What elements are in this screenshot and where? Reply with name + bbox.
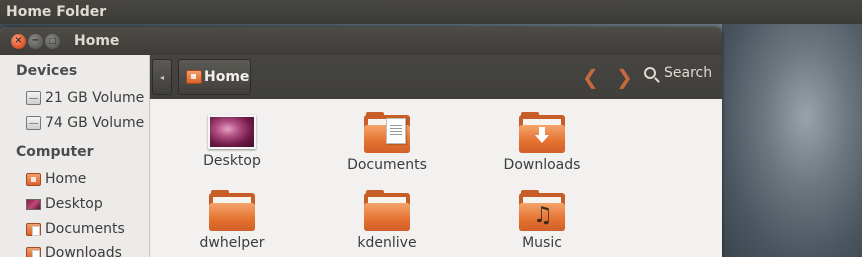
- breadcrumb-label: Home: [204, 69, 250, 85]
- file-item-documents[interactable]: Documents: [327, 112, 447, 173]
- music-folder-icon: ♫: [519, 190, 565, 231]
- file-item-label: Desktop: [203, 153, 261, 169]
- scroll-left-icon: ◂: [159, 72, 164, 82]
- file-manager-window: × − □ Home Devices 21 GB Volume 74 GB Vo…: [0, 27, 722, 257]
- file-item-label: Music: [522, 235, 562, 251]
- sidebar-item-label: 21 GB Volume: [45, 90, 145, 106]
- sidebar-heading-devices: Devices: [16, 63, 78, 79]
- file-item-label: kdenlive: [357, 235, 417, 251]
- file-item-label: Downloads: [503, 157, 581, 173]
- sidebar-item-label: Desktop: [45, 196, 103, 212]
- file-item-dwhelper[interactable]: dwhelper: [172, 190, 292, 251]
- search-icon: [644, 67, 656, 79]
- file-item-kdenlive[interactable]: kdenlive: [327, 190, 447, 251]
- downloads-folder-icon: [519, 112, 565, 153]
- search-button[interactable]: Search: [644, 65, 712, 81]
- close-icon: ×: [14, 35, 23, 46]
- desktop-wallpaper: [722, 24, 862, 257]
- file-item-downloads[interactable]: Downloads: [482, 112, 602, 173]
- sidebar-item-downloads[interactable]: Downloads: [26, 245, 122, 257]
- sidebar-item-21gb-volume[interactable]: 21 GB Volume: [26, 90, 144, 106]
- folder-icon: [209, 190, 255, 231]
- sidebar-item-label: Home: [45, 171, 87, 187]
- maximize-button[interactable]: □: [45, 33, 60, 49]
- file-item-desktop[interactable]: Desktop: [172, 115, 292, 169]
- top-panel-title: Home Folder: [6, 4, 107, 20]
- search-label: Search: [664, 65, 713, 81]
- documents-icon: [26, 222, 41, 236]
- minimize-icon: −: [31, 35, 40, 46]
- sidebar-item-desktop[interactable]: Desktop: [26, 196, 103, 212]
- file-item-label: dwhelper: [199, 235, 265, 251]
- home-icon: [186, 70, 202, 84]
- downloads-icon: [26, 246, 41, 257]
- window-title: Home: [74, 33, 120, 49]
- forward-button[interactable]: ❯: [616, 65, 633, 89]
- desktop-icon: [26, 198, 41, 210]
- close-button[interactable]: ×: [11, 33, 26, 49]
- top-panel: Home Folder: [0, 0, 862, 24]
- sidebar-item-label: 74 GB Volume: [45, 115, 145, 131]
- file-item-music[interactable]: ♫ Music: [482, 190, 602, 251]
- sidebar-item-label: Documents: [45, 221, 125, 237]
- sidebar-item-74gb-volume[interactable]: 74 GB Volume: [26, 115, 144, 131]
- sidebar-item-documents[interactable]: Documents: [26, 221, 125, 237]
- back-button[interactable]: ❮: [582, 65, 599, 89]
- path-bar-scroll-left-button[interactable]: ◂: [152, 59, 172, 95]
- folder-icon: [364, 190, 410, 231]
- sidebar: Devices 21 GB Volume 74 GB Volume Comput…: [0, 55, 150, 257]
- desktop-folder-icon: [208, 115, 256, 149]
- minimize-button[interactable]: −: [28, 33, 43, 49]
- sidebar-item-home[interactable]: Home: [26, 171, 86, 187]
- file-grid: Desktop Documents Downloads dwhelper kde…: [150, 99, 722, 257]
- music-note-icon: ♫: [533, 203, 553, 228]
- sidebar-heading-computer: Computer: [16, 144, 94, 160]
- breadcrumb-home-button[interactable]: Home: [178, 59, 251, 95]
- drive-icon: [26, 91, 41, 105]
- documents-folder-icon: [364, 112, 410, 153]
- drive-icon: [26, 116, 41, 130]
- sidebar-item-label: Downloads: [45, 245, 122, 257]
- home-icon: [26, 172, 41, 186]
- maximize-icon: □: [48, 36, 57, 45]
- window-titlebar[interactable]: × − □ Home: [0, 27, 722, 55]
- file-item-label: Documents: [347, 157, 427, 173]
